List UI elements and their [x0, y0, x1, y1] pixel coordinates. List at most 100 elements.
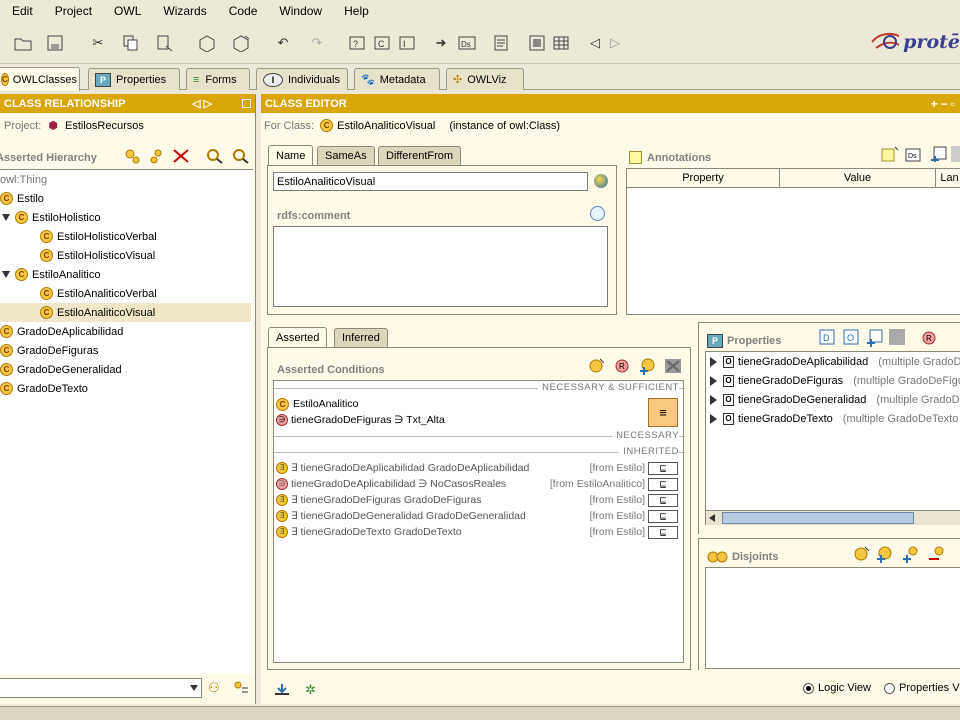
- add-object-annotation-icon[interactable]: [929, 146, 947, 165]
- property-row[interactable]: OtieneGradoDeFiguras (multiple GradoDeFig…: [710, 371, 960, 390]
- add-restriction-icon[interactable]: R: [614, 357, 632, 378]
- tab-metadata[interactable]: 🐾 Metadata: [354, 68, 440, 90]
- debug-icon[interactable]: ✲: [305, 682, 316, 698]
- scrollbar-thumb[interactable]: [722, 512, 914, 524]
- binoculars-icon[interactable]: ⚇: [208, 680, 220, 696]
- tab-individuals[interactable]: I Individuals: [256, 68, 348, 90]
- delete-class-icon[interactable]: [172, 148, 190, 167]
- tree-node-estiloholisticovisual[interactable]: C EstiloHolisticoVisual: [40, 246, 155, 265]
- expand-toggle-icon[interactable]: [710, 394, 717, 405]
- document-icon[interactable]: [490, 32, 512, 54]
- run-icon[interactable]: ➜: [430, 32, 452, 54]
- back-icon[interactable]: ◁: [584, 32, 606, 54]
- add-all-siblings-icon[interactable]: [901, 545, 921, 566]
- tree-node-estiloanalitico[interactable]: C EstiloAnalitico: [2, 265, 100, 284]
- create-restriction-icon[interactable]: R: [921, 329, 939, 350]
- expand-toggle-icon[interactable]: [710, 413, 717, 424]
- save-icon[interactable]: [44, 32, 66, 54]
- inherited-condition-row[interactable]: ∃ ∃ tieneGradoDeGeneralidad GradoDeGenera…: [276, 508, 681, 524]
- comment-language-icon[interactable]: [590, 206, 605, 221]
- tab-owlclasses[interactable]: C OWLClasses: [0, 67, 80, 91]
- properties-view-radio[interactable]: Properties V: [884, 682, 960, 694]
- add-disjoint-icon[interactable]: [875, 545, 893, 566]
- tree-node-gradodetexto[interactable]: C GradoDeTexto: [0, 379, 88, 398]
- tree-node-estiloholistico[interactable]: C EstiloHolistico: [2, 208, 100, 227]
- property-row[interactable]: OtieneGradoDeGeneralidad (multiple GradoD…: [710, 390, 960, 409]
- add-named-class-icon[interactable]: [638, 357, 656, 378]
- menu-help[interactable]: Help: [332, 4, 379, 18]
- tab-differentfrom[interactable]: DifferentFrom: [378, 146, 462, 165]
- tab-forms[interactable]: ≡ Forms: [186, 68, 250, 90]
- horizontal-scrollbar[interactable]: [706, 510, 960, 525]
- dropdown-arrow-icon[interactable]: [190, 685, 198, 691]
- window-controls-icon[interactable]: +−▫: [931, 97, 958, 111]
- menu-wizards[interactable]: Wizards: [151, 4, 216, 18]
- language-globe-icon[interactable]: [594, 174, 608, 188]
- query-icon[interactable]: ?: [346, 32, 368, 54]
- menu-owl[interactable]: OWL: [102, 4, 151, 18]
- tree-node-estiloholisticoverbal[interactable]: C EstiloHolisticoVerbal: [40, 227, 157, 246]
- rdfs-comment-textarea[interactable]: [273, 226, 608, 307]
- add-annotation-icon[interactable]: [881, 146, 899, 165]
- forward-icon[interactable]: ▷: [604, 32, 626, 54]
- expand-toggle-icon[interactable]: [2, 271, 10, 278]
- open-project-icon[interactable]: [12, 32, 34, 54]
- create-subclass-icon[interactable]: [124, 148, 140, 167]
- menu-edit[interactable]: Edit: [0, 4, 43, 18]
- menu-window[interactable]: Window: [267, 4, 332, 18]
- redo-icon[interactable]: ↷: [306, 32, 328, 54]
- find-next-icon[interactable]: [232, 148, 250, 167]
- column-header-value[interactable]: Value: [780, 169, 936, 187]
- add-datatype-property-icon[interactable]: D: [819, 329, 835, 348]
- search-options-icon[interactable]: [232, 680, 250, 699]
- create-disjoint-icon[interactable]: [853, 545, 871, 566]
- ds-icon[interactable]: Ds: [456, 32, 478, 54]
- column-header-property[interactable]: Property: [627, 169, 780, 187]
- expand-toggle-icon[interactable]: [710, 375, 717, 386]
- expand-toggle-icon[interactable]: [2, 214, 10, 221]
- add-datatype-annotation-icon[interactable]: Ds: [905, 146, 923, 165]
- new-class-icon[interactable]: [196, 32, 218, 54]
- remove-property-icon[interactable]: [889, 329, 905, 345]
- new-subclass-icon[interactable]: [230, 32, 252, 54]
- tree-node-estiloanaliticovisual[interactable]: C EstiloAnaliticoVisual: [0, 303, 251, 322]
- inherited-condition-row[interactable]: ∃ ∃ tieneGradoDeFiguras GradoDeFiguras [fr…: [276, 492, 681, 508]
- paste-icon[interactable]: [154, 32, 176, 54]
- nav-arrows-icon[interactable]: ◁ ▷: [192, 97, 212, 110]
- property-row[interactable]: OtieneGradoDeTexto (multiple GradoDeTexto: [710, 409, 958, 428]
- menu-code[interactable]: Code: [217, 4, 268, 18]
- tree-node-owl-thing[interactable]: owl:Thing: [0, 170, 47, 189]
- find-class-icon[interactable]: [206, 148, 224, 167]
- add-object-property-icon[interactable]: O: [843, 329, 859, 348]
- tab-inferred[interactable]: Inferred: [334, 328, 388, 347]
- remove-disjoint-icon[interactable]: [927, 545, 947, 566]
- delete-annotation-icon[interactable]: [951, 146, 960, 162]
- tree-node-gradodeaplicabilidad[interactable]: C GradoDeAplicabilidad: [0, 322, 123, 341]
- tree-node-estiloanaliticoverbal[interactable]: C EstiloAnaliticoVerbal: [40, 284, 157, 303]
- condition-row[interactable]: C EstiloAnalitico: [276, 396, 681, 412]
- column-header-lang[interactable]: Lan: [936, 169, 960, 187]
- class-name-field[interactable]: EstiloAnaliticoVisual: [273, 172, 588, 191]
- table-icon[interactable]: [550, 32, 572, 54]
- tab-name[interactable]: Name: [268, 145, 314, 165]
- condition-row[interactable]: ∋ tieneGradoDeFiguras ∋ Txt_Alta: [276, 412, 681, 428]
- class-search-combo[interactable]: [0, 678, 202, 698]
- cut-icon[interactable]: ✂: [87, 32, 109, 54]
- tab-owlviz[interactable]: ✣ OWLViz: [446, 68, 524, 90]
- add-property-icon[interactable]: [865, 329, 883, 350]
- tree-node-gradodegeneralidad[interactable]: C GradoDeGeneralidad: [0, 360, 122, 379]
- logic-view-radio[interactable]: Logic View: [803, 682, 871, 694]
- inherited-condition-row[interactable]: ∋ tieneGradoDeAplicabilidad ∋ NoCasosReal…: [276, 476, 681, 492]
- copy-icon[interactable]: [120, 32, 142, 54]
- inherited-condition-row[interactable]: ∃ ∃ tieneGradoDeTexto GradoDeTexto [from E…: [276, 524, 681, 540]
- create-sibling-icon[interactable]: [148, 148, 164, 167]
- scroll-left-icon[interactable]: [709, 514, 715, 522]
- expand-toggle-icon[interactable]: [710, 356, 717, 367]
- tab-asserted[interactable]: Asserted: [268, 327, 328, 347]
- inherited-condition-row[interactable]: ∃ ∃ tieneGradoDeAplicabilidad GradoDeApli…: [276, 460, 681, 476]
- maximize-icon[interactable]: [242, 99, 251, 108]
- undo-icon[interactable]: ↶: [272, 32, 294, 54]
- tab-properties[interactable]: P Properties: [88, 68, 180, 90]
- remove-condition-icon[interactable]: [664, 358, 682, 377]
- tree-node-gradodefiguras[interactable]: C GradoDeFiguras: [0, 341, 98, 360]
